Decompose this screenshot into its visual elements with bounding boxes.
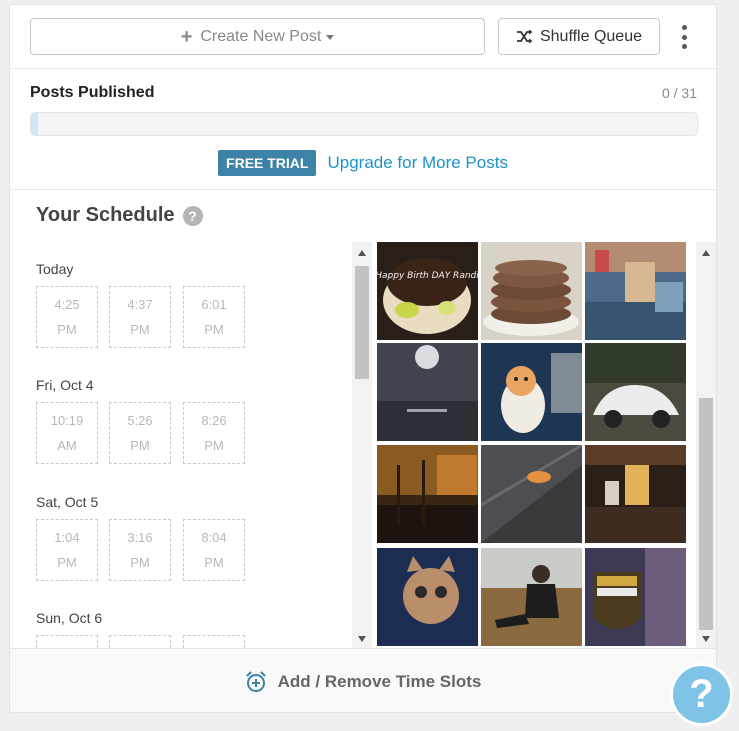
posts-published-section: Posts Published 0 / 31 FREE TRIAL Upgrad… xyxy=(10,69,716,190)
day-label: Sun, Oct 6 xyxy=(36,610,103,626)
slot-period: PM xyxy=(204,555,224,570)
slot-time: 1:04 xyxy=(54,530,80,545)
slot-time: 10:19 xyxy=(50,413,84,428)
day-label: Today xyxy=(36,261,74,277)
slot-period: PM xyxy=(204,322,224,337)
time-slot[interactable]: 4:37 PM xyxy=(109,286,171,348)
scroll-down-arrow-icon[interactable] xyxy=(702,636,710,642)
day-label: Sat, Oct 5 xyxy=(36,494,99,510)
photo-cat-on-wall[interactable] xyxy=(481,445,582,543)
slot-time: 8:26 xyxy=(201,413,227,428)
time-slot[interactable]: 10:19 AM xyxy=(36,402,98,464)
slots-scrollbar[interactable] xyxy=(352,242,372,648)
posts-progress-bar xyxy=(30,112,698,136)
photo-cat-closeup[interactable] xyxy=(377,548,478,646)
scrollbar-thumb[interactable] xyxy=(355,266,369,379)
slot-period: PM xyxy=(130,438,150,453)
slot-period: PM xyxy=(130,322,150,337)
photo-cat-orange-white[interactable] xyxy=(481,343,582,441)
add-remove-time-slots-button[interactable]: Add / Remove Time Slots xyxy=(245,670,482,693)
footer-bar: Add / Remove Time Slots xyxy=(10,648,716,712)
photo-yemen-patch[interactable] xyxy=(585,548,686,646)
help-icon[interactable]: ? xyxy=(182,205,203,226)
slot-time: 6:01 xyxy=(201,297,227,312)
alarm-clock-icon xyxy=(245,670,266,692)
photo-courtyard-night[interactable] xyxy=(377,445,478,543)
scroll-up-arrow-icon[interactable] xyxy=(358,250,366,256)
scroll-up-arrow-icon[interactable] xyxy=(702,250,710,256)
photo-grid: Happy Birth DAY Randi xyxy=(377,242,688,648)
create-new-post-button[interactable]: + Create New Post xyxy=(30,18,485,55)
slot-time: 5:26 xyxy=(127,413,153,428)
shuffle-queue-label: Shuffle Queue xyxy=(539,27,642,45)
slot-period: PM xyxy=(204,438,224,453)
photo-person-sitting[interactable] xyxy=(481,548,582,646)
caret-down-icon xyxy=(326,35,335,40)
scrollbar-thumb[interactable] xyxy=(699,398,713,630)
posts-published-count: 0 / 31 xyxy=(661,85,697,101)
time-slot[interactable]: 3:16 PM xyxy=(109,519,171,581)
upgrade-link[interactable]: Upgrade for More Posts xyxy=(327,153,507,173)
time-slot[interactable]: 5:26 PM xyxy=(109,402,171,464)
photo-moon-sea[interactable] xyxy=(377,343,478,441)
shuffle-queue-button[interactable]: Shuffle Queue xyxy=(498,18,660,55)
photo-market-stall[interactable] xyxy=(585,242,686,340)
more-options-icon[interactable] xyxy=(674,23,694,51)
time-slot[interactable] xyxy=(183,635,245,648)
time-slot[interactable] xyxy=(36,635,98,648)
time-slot[interactable] xyxy=(109,635,171,648)
time-slots-panel: Today 4:25 PM 4:37 PM 6:01 PM Fri, Oct 4 10… xyxy=(10,242,352,648)
photo-birthday-cake[interactable]: Happy Birth DAY Randi xyxy=(377,242,478,340)
photos-scrollbar[interactable] xyxy=(696,242,716,648)
schedule-heading: Your Schedule ? xyxy=(36,204,203,227)
photo-vintage-car[interactable] xyxy=(585,343,686,441)
posts-published-title: Posts Published xyxy=(30,84,155,101)
help-question-icon[interactable]: ? xyxy=(670,663,733,726)
slot-time: 4:25 xyxy=(54,297,80,312)
slot-time: 3:16 xyxy=(127,530,153,545)
add-remove-label: Add / Remove Time Slots xyxy=(277,671,482,691)
trial-row: FREE TRIAL Upgrade for More Posts xyxy=(10,150,716,176)
time-slot[interactable]: 4:25 PM xyxy=(36,286,98,348)
slot-period: PM xyxy=(130,555,150,570)
plus-icon: + xyxy=(180,25,193,48)
slot-period: PM xyxy=(57,322,77,337)
photo-pancakes[interactable] xyxy=(481,242,582,340)
shuffle-icon xyxy=(516,29,533,43)
progress-fill xyxy=(31,113,38,135)
time-slot[interactable]: 8:04 PM xyxy=(183,519,245,581)
time-slot[interactable]: 1:04 PM xyxy=(36,519,98,581)
slot-time: 4:37 xyxy=(127,297,153,312)
schedule-title: Your Schedule xyxy=(36,204,175,226)
slot-period: AM xyxy=(57,438,77,453)
toolbar: + Create New Post Shuffle Queue xyxy=(10,5,716,69)
day-label: Fri, Oct 4 xyxy=(36,377,94,393)
photo-bar-shelf[interactable] xyxy=(585,445,686,543)
time-slot[interactable]: 8:26 PM xyxy=(183,402,245,464)
free-trial-badge: FREE TRIAL xyxy=(218,150,317,176)
scroll-down-arrow-icon[interactable] xyxy=(358,636,366,642)
slot-period: PM xyxy=(57,555,77,570)
cake-writing: Happy Birth DAY Randi xyxy=(377,271,478,281)
queue-card: + Create New Post Shuffle Queue Posts Pu… xyxy=(9,4,717,713)
slot-time: 8:04 xyxy=(201,530,227,545)
time-slot[interactable]: 6:01 PM xyxy=(183,286,245,348)
create-new-post-label: Create New Post xyxy=(200,27,322,45)
